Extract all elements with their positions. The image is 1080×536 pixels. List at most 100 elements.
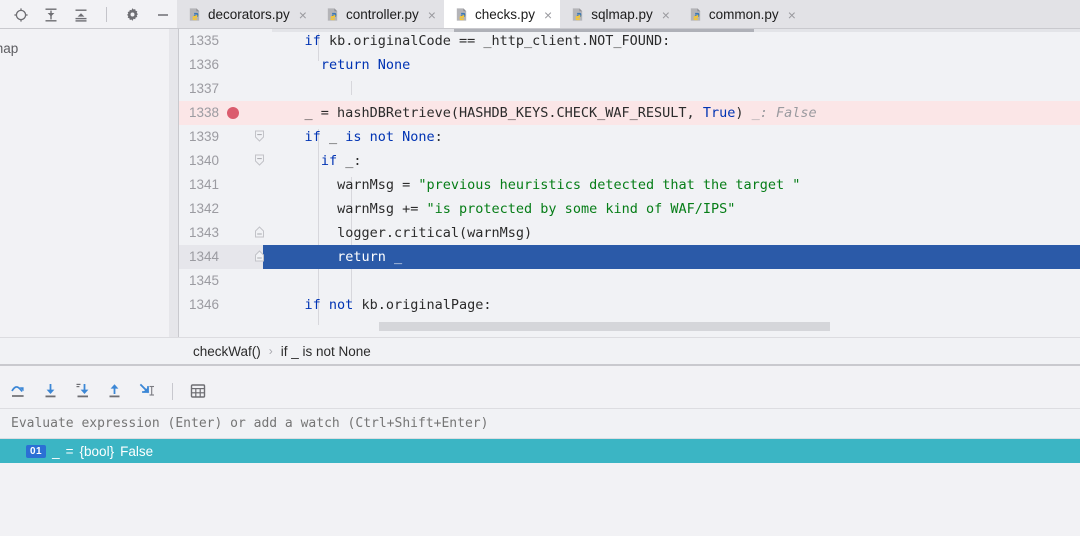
code-line[interactable]: 1337	[179, 77, 1080, 101]
code-text: warnMsg = "previous heuristics detected …	[337, 177, 801, 193]
locate-target-icon[interactable]	[12, 6, 29, 23]
python-file-icon	[688, 7, 703, 22]
editor-tab-label: common.py	[708, 7, 779, 22]
left-panel-clipped-label: map	[0, 41, 19, 56]
code-line[interactable]: 1336 return None	[179, 53, 1080, 77]
python-file-icon	[325, 7, 340, 22]
tab-close-icon[interactable]: ×	[296, 8, 307, 22]
line-number: 1345	[188, 273, 219, 288]
code-line[interactable]: 1341 warnMsg = "previous heuristics detec…	[179, 173, 1080, 197]
breadcrumb-item[interactable]: if _ is not None	[281, 344, 371, 359]
code-text: return _	[337, 249, 403, 265]
code-line[interactable]: 1339 if _ is not None:	[179, 125, 1080, 149]
toolbar-divider	[106, 7, 107, 22]
tab-close-icon[interactable]: ×	[541, 8, 552, 22]
line-number: 1346	[188, 297, 219, 312]
code-fold-close-icon[interactable]	[253, 221, 266, 245]
watch-assign-symbol: =	[65, 443, 74, 459]
editor-tab-label: decorators.py	[208, 7, 290, 22]
step-over-icon[interactable]	[8, 380, 30, 402]
settings-gear-icon[interactable]	[124, 6, 141, 23]
line-number: 1342	[188, 201, 219, 216]
code-fold-open-icon[interactable]	[253, 125, 266, 149]
tab-close-icon[interactable]: ×	[785, 8, 796, 22]
code-editor[interactable]: 1335 if kb.originalCode == _http_client.N…	[179, 29, 1080, 337]
force-step-into-icon[interactable]	[72, 380, 94, 402]
evaluate-expression-bar[interactable]	[0, 408, 1080, 439]
code-text: warnMsg += "is protected by some kind of…	[337, 201, 736, 217]
step-out-icon[interactable]	[104, 380, 126, 402]
code-text: return None	[320, 57, 411, 73]
top-toolbar: decorators.py × controller.py × checks.py × sq…	[0, 0, 1080, 29]
left-tool-panel: map	[0, 29, 179, 337]
watch-expression: _	[52, 443, 60, 459]
code-text: if _:	[320, 153, 362, 169]
editor-tab-label: controller.py	[345, 7, 419, 22]
breadcrumb-separator-icon: ›	[268, 344, 273, 358]
collapse-all-icon[interactable]	[72, 6, 89, 23]
code-line[interactable]: 1346 if not kb.originalPage:	[179, 293, 1080, 317]
editor-row: map 1335 if kb.originalCode == _http_clie…	[0, 29, 1080, 337]
line-number: 1337	[188, 81, 219, 96]
line-number: 1338	[188, 105, 219, 120]
python-file-icon	[570, 7, 585, 22]
code-line[interactable]: 1342 warnMsg += "is protected by some kin…	[179, 197, 1080, 221]
line-number: 1339	[188, 129, 219, 144]
editor-tab-bar: decorators.py × controller.py × checks.py × sq…	[177, 0, 1080, 29]
watch-type: {bool}	[79, 443, 115, 459]
line-number: 1341	[188, 177, 219, 192]
watch-list[interactable]: 01 _ = {bool} False	[0, 439, 1080, 536]
python-file-icon	[187, 7, 202, 22]
code-line[interactable]: 1344 return _	[179, 245, 1080, 269]
code-text: if not kb.originalPage:	[304, 297, 492, 313]
line-number: 1340	[188, 153, 219, 168]
editor-tab-checks-py[interactable]: checks.py ×	[443, 0, 561, 29]
editor-tab-sqlmap-py[interactable]: sqlmap.py ×	[560, 0, 678, 29]
code-fold-open-icon[interactable]	[253, 149, 266, 173]
code-line[interactable]: 1343 logger.critical(warnMsg)	[179, 221, 1080, 245]
minimize-icon[interactable]	[154, 6, 171, 23]
debugger-toolbar-divider	[172, 382, 173, 400]
editor-tab-controller-py[interactable]: controller.py ×	[314, 0, 444, 29]
expand-all-icon[interactable]	[42, 6, 59, 23]
left-panel-scrollbar[interactable]	[169, 29, 178, 337]
run-to-cursor-icon[interactable]	[136, 380, 158, 402]
debugger-panel: 01 _ = {bool} False	[0, 365, 1080, 536]
line-number: 1335	[188, 33, 219, 48]
code-text: logger.critical(warnMsg)	[337, 225, 533, 241]
code-text: if _ is not None:	[304, 129, 443, 145]
code-line[interactable]: 1335 if kb.originalCode == _http_client.N…	[179, 29, 1080, 53]
code-text: _ = hashDBRetrieve(HASHDB_KEYS.CHECK_WAF…	[304, 105, 817, 121]
editor-horizontal-scrollbar[interactable]	[379, 322, 830, 331]
python-file-icon	[454, 7, 469, 22]
line-number: 1344	[188, 249, 219, 264]
line-number: 1343	[188, 225, 219, 240]
tab-close-icon[interactable]: ×	[425, 8, 436, 22]
code-line[interactable]: 1338 _ = hashDBRetrieve(HASHDB_KEYS.CHECK…	[179, 101, 1080, 125]
breadcrumb: checkWaf() › if _ is not None	[0, 337, 1080, 364]
watch-list-empty-area	[0, 463, 1080, 536]
tab-close-icon[interactable]: ×	[659, 8, 670, 22]
watch-value: False	[120, 443, 154, 459]
code-lines[interactable]: 1335 if kb.originalCode == _http_client.N…	[179, 29, 1080, 337]
editor-tab-decorators-py[interactable]: decorators.py ×	[177, 0, 315, 29]
code-line[interactable]: 1340 if _:	[179, 149, 1080, 173]
ide-window: decorators.py × controller.py × checks.py × sq…	[0, 0, 1080, 536]
step-into-icon[interactable]	[40, 380, 62, 402]
debugger-toolbar	[0, 374, 1080, 408]
watch-index-badge: 01	[26, 444, 47, 458]
editor-tab-label: checks.py	[474, 7, 535, 22]
breadcrumb-item[interactable]: checkWaf()	[193, 344, 261, 359]
evaluate-expression-icon[interactable]	[187, 380, 209, 402]
panel-splitter[interactable]	[0, 365, 1080, 374]
editor-tab-label: sqlmap.py	[591, 7, 653, 22]
line-number: 1336	[188, 57, 219, 72]
watch-row[interactable]: 01 _ = {bool} False	[0, 439, 1080, 463]
evaluate-expression-input[interactable]	[9, 415, 1042, 432]
debug-view-toolbar	[0, 0, 177, 29]
editor-tab-common-py[interactable]: common.py ×	[677, 0, 804, 29]
code-line[interactable]: 1345	[179, 269, 1080, 293]
breakpoint-marker[interactable]	[227, 107, 239, 119]
code-fold-close-icon[interactable]	[253, 245, 266, 269]
code-text: if kb.originalCode == _http_client.NOT_F…	[304, 33, 671, 49]
